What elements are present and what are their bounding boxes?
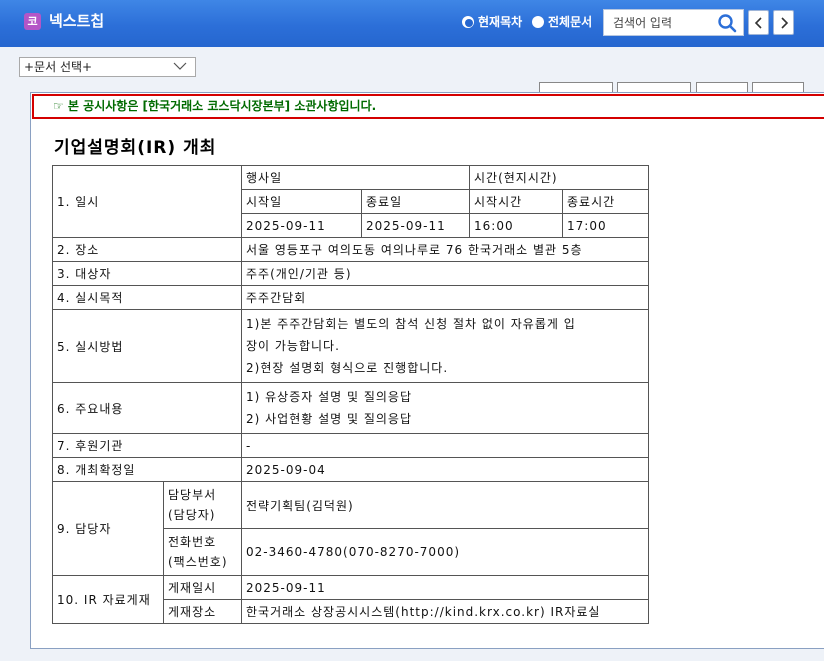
start-date-value: 2025-09-11 xyxy=(241,213,362,238)
jurisdiction-notice: ☞ 본 공시사항은 [한국거래소 코스닥시장본부] 소관사항입니다. xyxy=(32,94,824,119)
search-box xyxy=(603,9,744,36)
purpose-value: 주주간담회 xyxy=(241,285,649,310)
row-label-ir-material: 10. IR 자료게재 xyxy=(52,575,164,624)
radio-current-toc[interactable]: 현재목차 xyxy=(462,13,522,30)
method-line-2: 2)현장 설명회 형식으로 진행합니다. xyxy=(246,361,449,375)
radio-current-label: 현재목차 xyxy=(478,15,523,29)
target-value: 주주(개인/기관 등) xyxy=(241,261,649,286)
phone-label-line-1: 전화번호 xyxy=(168,535,217,549)
method-line-1b: 장이 가능합니다. xyxy=(246,339,340,353)
end-time-value: 17:00 xyxy=(562,213,649,238)
method-value: 1)본 주주간담회는 별도의 참석 신청 절차 없이 자유롭게 입 장이 가능합… xyxy=(241,309,649,383)
post-place-value: 한국거래소 상장공시시스템(http://kind.krx.co.kr) IR자… xyxy=(241,599,649,624)
document-select[interactable]: +문서 선택+ xyxy=(19,57,196,77)
post-place-label: 게재장소 xyxy=(163,599,242,624)
row-label-contact: 9. 담당자 xyxy=(52,481,164,576)
chevron-right-icon xyxy=(780,16,788,29)
ir-info-table: 1. 일시 행사일 시간(현지시간) 시작일 종료일 시작시간 종료시간 202… xyxy=(52,165,649,624)
start-time-value: 16:00 xyxy=(469,213,563,238)
sponsor-value: - xyxy=(241,433,649,458)
chevron-left-icon xyxy=(754,16,762,29)
event-date-header: 행사일 xyxy=(241,165,470,190)
confirm-date-value: 2025-09-04 xyxy=(241,457,649,482)
document-select-value: +문서 선택+ xyxy=(24,60,93,74)
search-input[interactable] xyxy=(604,10,712,35)
prev-button[interactable] xyxy=(748,10,769,35)
post-date-value: 2025-09-11 xyxy=(241,575,649,600)
end-date-value: 2025-09-11 xyxy=(361,213,470,238)
venue-value: 서울 영등포구 여의도동 여의나루로 76 한국거래소 별관 5층 xyxy=(241,237,649,262)
dept-label-line-1: 담당부서 xyxy=(168,488,217,502)
company-logo-icon: 코 xyxy=(24,13,41,30)
radio-all-docs[interactable]: 전체문서 xyxy=(532,13,592,30)
phone-value: 02-3460-4780(070-8270-7000) xyxy=(241,528,649,576)
app-title: 넥스트칩 xyxy=(49,12,105,30)
dept-value: 전략기획팀(김덕원) xyxy=(241,481,649,529)
row-label-datetime: 1. 일시 xyxy=(52,165,242,238)
radio-all-label: 전체문서 xyxy=(548,15,593,29)
phone-label-line-2: (팩스번호) xyxy=(168,555,228,569)
radio-unselected-icon xyxy=(532,15,544,28)
content-line-2: 2) 사업현황 설명 및 질의응답 xyxy=(246,412,413,426)
row-label-content: 6. 주요내용 xyxy=(52,382,242,434)
document-title: 기업설명회(IR) 개최 xyxy=(54,138,217,158)
top-bar: 코 넥스트칩 현재목차 전체문서 xyxy=(0,0,824,47)
next-button[interactable] xyxy=(773,10,794,35)
row-label-purpose: 4. 실시목적 xyxy=(52,285,242,310)
start-date-header: 시작일 xyxy=(241,189,362,214)
start-time-header: 시작시간 xyxy=(469,189,563,214)
content-line-1: 1) 유상증자 설명 및 질의응답 xyxy=(246,390,413,404)
row-label-method: 5. 실시방법 xyxy=(52,309,242,383)
document-panel: ☞ 본 공시사항은 [한국거래소 코스닥시장본부] 소관사항입니다. 기업설명회… xyxy=(30,92,824,649)
row-label-confirm-date: 8. 개최확정일 xyxy=(52,457,242,482)
row-label-venue: 2. 장소 xyxy=(52,237,242,262)
post-date-label: 게재일시 xyxy=(163,575,242,600)
dept-label-line-2: (담당자) xyxy=(168,508,216,522)
chevron-down-icon xyxy=(173,62,187,70)
content-value: 1) 유상증자 설명 및 질의응답 2) 사업현황 설명 및 질의응답 xyxy=(241,382,649,434)
search-icon[interactable] xyxy=(717,13,737,33)
radio-selected-icon xyxy=(462,15,474,28)
end-date-header: 종료일 xyxy=(361,189,470,214)
time-header: 시간(현지시간) xyxy=(469,165,649,190)
dept-label: 담당부서 (담당자) xyxy=(163,481,242,529)
row-label-target: 3. 대상자 xyxy=(52,261,242,286)
end-time-header: 종료시간 xyxy=(562,189,649,214)
phone-label: 전화번호 (팩스번호) xyxy=(163,528,242,576)
method-line-1a: 1)본 주주간담회는 별도의 참석 신청 절차 없이 자유롭게 입 xyxy=(246,317,576,331)
row-label-sponsor: 7. 후원기관 xyxy=(52,433,242,458)
